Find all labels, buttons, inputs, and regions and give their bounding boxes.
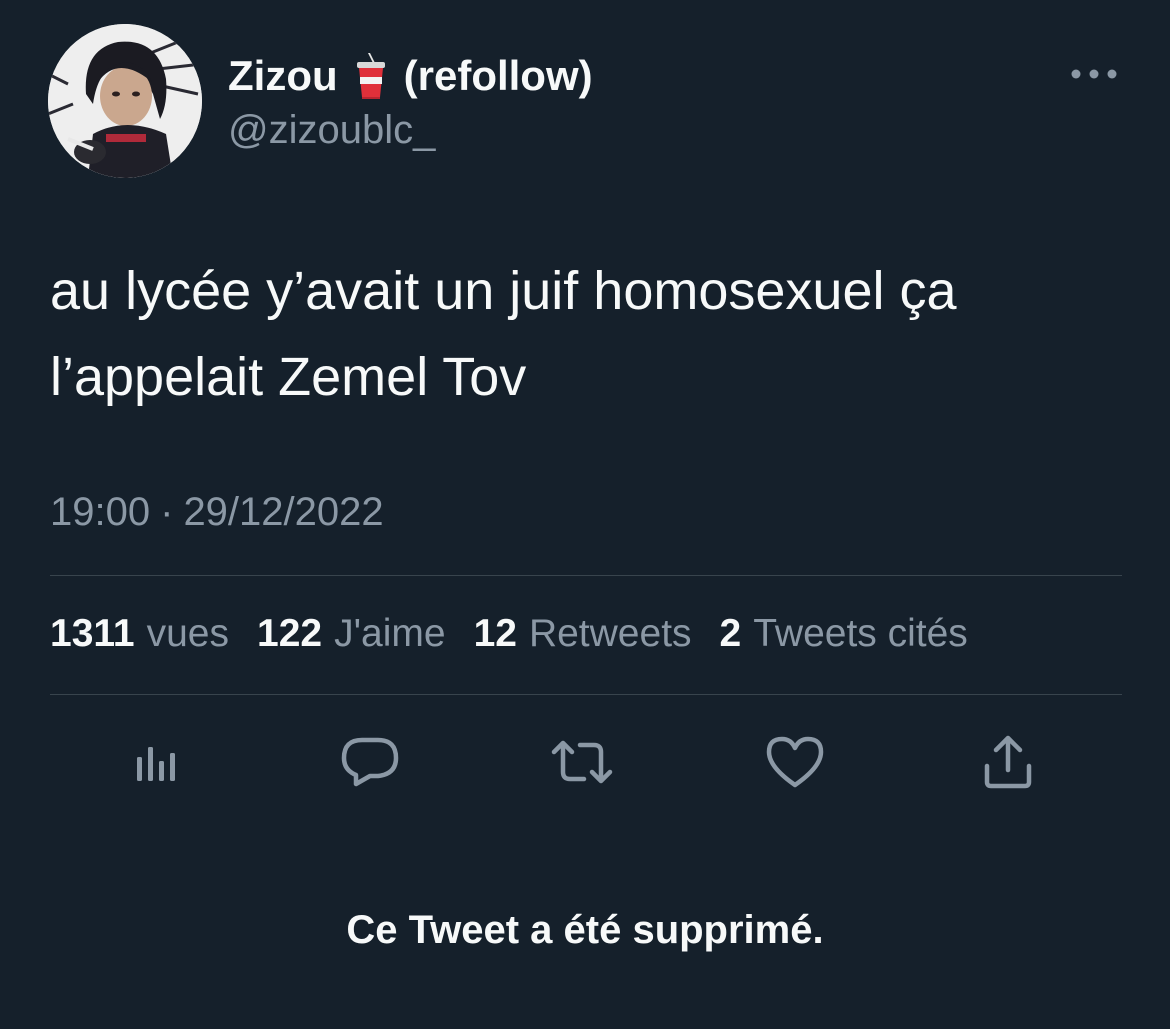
stat-label: vues (146, 612, 229, 655)
divider (50, 575, 1122, 576)
deleted-tweet-notice: Ce Tweet a été supprimé. (346, 908, 824, 952)
author-name-row[interactable]: Zizou (refollow) (228, 50, 593, 102)
share-icon[interactable] (976, 730, 1040, 794)
tweet-time: 19:00 (50, 490, 151, 534)
stat-views[interactable]: 1311 vues (50, 612, 229, 656)
tweet-text: au lycée y’avait un juif homosexuel ça l… (50, 261, 957, 407)
stat-label: J'aime (334, 612, 446, 655)
avatar[interactable] (48, 24, 202, 178)
stat-quote-tweets[interactable]: 2 Tweets cités (720, 612, 968, 656)
author-handle[interactable]: @zizoublc_ (228, 108, 435, 153)
stat-label: Retweets (528, 612, 692, 655)
more-options-icon[interactable] (1068, 62, 1120, 86)
tweet-card: Zizou (refollow) @zizoublc_ au lycée y’a… (0, 0, 1170, 1029)
stat-value: 122 (257, 612, 323, 655)
avatar-image (48, 24, 202, 178)
tweet-date: 29/12/2022 (183, 490, 384, 534)
stat-likes[interactable]: 122 J'aime (257, 612, 446, 656)
author-display-name[interactable]: Zizou (228, 52, 338, 100)
retweet-icon[interactable] (550, 730, 614, 794)
stat-value: 2 (719, 612, 742, 655)
stat-value: 12 (473, 612, 517, 655)
timestamp-separator: · (160, 490, 174, 534)
stat-label: Tweets cités (753, 612, 968, 655)
tweet-stats: 1311 vues 122 J'aime 12 Retweets 2 Tweet… (50, 612, 996, 656)
analytics-icon[interactable] (124, 730, 188, 794)
reply-icon[interactable] (338, 730, 402, 794)
author-name-suffix: (refollow) (403, 52, 593, 99)
stat-retweets[interactable]: 12 Retweets (474, 612, 692, 656)
stat-value: 1311 (50, 612, 135, 655)
cup-with-straw-icon (354, 53, 388, 99)
divider (50, 694, 1122, 695)
like-icon[interactable] (763, 730, 827, 794)
tweet-actions (0, 730, 1170, 794)
tweet-timestamp[interactable]: 19:00 · 29/12/2022 (50, 490, 384, 535)
